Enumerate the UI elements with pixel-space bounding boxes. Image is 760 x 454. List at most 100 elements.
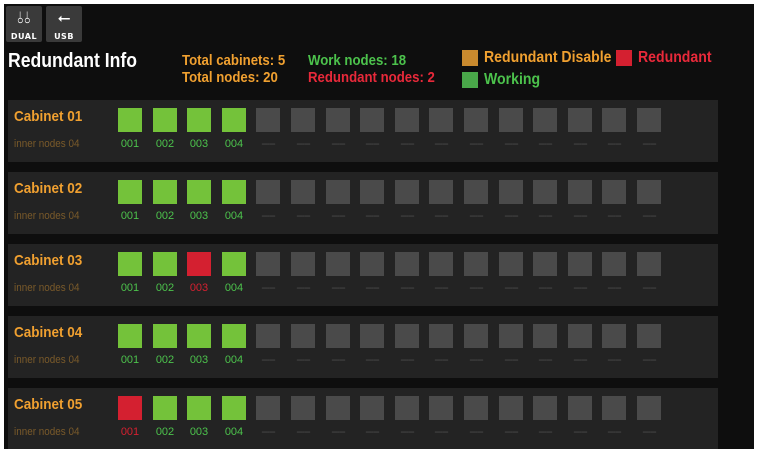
cabinet-row[interactable]: Cabinet 05 inner nodes 04 001 002 003 004 ----… [8,388,718,449]
empty-slot-square [429,396,453,420]
empty-slot-square [464,108,488,132]
node-label: 002 [155,138,175,150]
node-slot-empty: ----- [499,316,523,378]
node-status-square [118,396,142,420]
empty-slot-label: ----- [573,138,587,150]
empty-slot-square [637,396,661,420]
node-slot-empty: ----- [256,316,280,378]
empty-slot-label: ----- [607,426,621,438]
node-slot-empty: ----- [326,244,350,306]
cabinet-inner-nodes: inner nodes 04 [14,138,80,150]
node-working[interactable]: 001 [118,244,142,306]
node-slot-empty: ----- [395,316,419,378]
empty-slot-square [326,180,350,204]
page-title: Redundant Info [8,50,138,72]
empty-slot-square [499,396,523,420]
node-working[interactable]: 003 [187,388,211,449]
empty-slot-square [637,108,661,132]
empty-slot-square [568,108,592,132]
node-working[interactable]: 001 [118,316,142,378]
empty-slot-square [499,180,523,204]
node-slot-empty: ----- [533,244,557,306]
node-slot-empty: ----- [256,100,280,162]
redundant-nodes-label: Redundant nodes: [308,69,424,86]
node-status-square [153,108,177,132]
total-nodes-stat: Total nodes: 20 [182,69,278,86]
empty-slot-label: ----- [261,426,275,438]
node-slot-empty: ----- [533,172,557,234]
node-slot-empty: ----- [602,100,626,162]
cabinet-row[interactable]: Cabinet 03 inner nodes 04 001 002 003 004 ----… [8,244,718,306]
empty-slot-square [637,180,661,204]
dual-icon[interactable]: ⫰⫰ DUAL [6,6,42,42]
work-nodes-stat: Work nodes: 18 [308,52,406,69]
node-working[interactable]: 004 [222,388,246,449]
node-working[interactable]: 002 [153,100,177,162]
empty-slot-label: ----- [400,426,414,438]
node-working[interactable]: 003 [187,172,211,234]
node-working[interactable]: 002 [153,172,177,234]
total-nodes-value: 20 [263,69,278,86]
node-working[interactable]: 004 [222,172,246,234]
node-slot-empty: ----- [464,172,488,234]
cabinet-name: Cabinet 04 [14,324,83,341]
node-slot-empty: ----- [499,244,523,306]
empty-slot-label: ----- [607,138,621,150]
node-slot-empty: ----- [602,316,626,378]
node-working[interactable]: 001 [118,100,142,162]
node-working[interactable]: 004 [222,100,246,162]
node-slot-empty: ----- [395,172,419,234]
node-redundant[interactable]: 001 [118,388,142,449]
node-working[interactable]: 002 [153,316,177,378]
empty-slot-square [326,324,350,348]
cabinet-row[interactable]: Cabinet 01 inner nodes 04 001 002 003 004 ----… [8,100,718,162]
legend-label-redundant: Redundant [638,49,712,66]
empty-slot-label: ----- [296,210,310,222]
empty-slot-square [291,180,315,204]
empty-slot-label: ----- [469,426,483,438]
cabinet-inner-nodes: inner nodes 04 [14,282,80,294]
usb-icon-caption: USB [54,32,74,41]
node-label: 002 [155,354,175,366]
node-status-square [153,180,177,204]
node-status-square [222,108,246,132]
empty-slot-square [326,396,350,420]
empty-slot-square [568,324,592,348]
node-slot-empty: ----- [395,244,419,306]
node-label: 004 [224,282,244,294]
node-redundant[interactable]: 003 [187,244,211,306]
empty-slot-label: ----- [261,354,275,366]
cabinet-row[interactable]: Cabinet 04 inner nodes 04 001 002 003 004 ----… [8,316,718,378]
node-working[interactable]: 001 [118,172,142,234]
node-slot-empty: ----- [360,388,384,449]
node-working[interactable]: 002 [153,388,177,449]
node-working[interactable]: 004 [222,244,246,306]
node-working[interactable]: 004 [222,316,246,378]
empty-slot-label: ----- [296,354,310,366]
node-slot-empty: ----- [464,244,488,306]
node-slot-empty: ----- [395,100,419,162]
empty-slot-label: ----- [261,138,275,150]
cabinet-row[interactable]: Cabinet 02 inner nodes 04 001 002 003 004 ----… [8,172,718,234]
node-slot-empty: ----- [568,388,592,449]
node-working[interactable]: 002 [153,244,177,306]
empty-slot-label: ----- [296,426,310,438]
node-slot-empty: ----- [533,100,557,162]
node-slot-empty: ----- [568,100,592,162]
node-working[interactable]: 003 [187,316,211,378]
node-slot-empty: ----- [326,388,350,449]
node-label: 003 [189,282,209,294]
usb-icon[interactable]: ⭠ USB [46,6,82,42]
empty-slot-label: ----- [538,138,552,150]
node-working[interactable]: 003 [187,100,211,162]
empty-slot-square [533,252,557,276]
empty-slot-label: ----- [434,426,448,438]
empty-slot-square [291,324,315,348]
empty-slot-square [602,108,626,132]
redundant-info-screen: ⫰⫰ DUAL ⭠ USB Redundant Info Total cabin… [4,4,754,449]
empty-slot-label: ----- [365,426,379,438]
redundant-nodes-stat: Redundant nodes: 2 [308,69,435,86]
empty-slot-label: ----- [573,354,587,366]
empty-slot-label: ----- [469,138,483,150]
empty-slot-square [291,396,315,420]
